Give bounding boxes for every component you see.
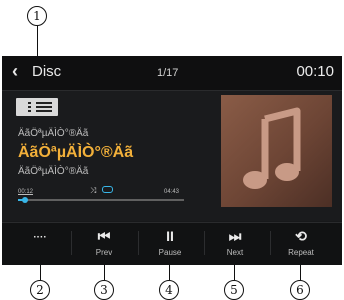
next-button[interactable]: ⏭ Next	[207, 223, 263, 265]
header-bar: ‹ Disc 1/17 00:10	[2, 56, 342, 91]
elapsed-time: 00:12	[18, 189, 34, 195]
skip-back-icon: ⏮	[97, 228, 111, 244]
repeat-label: Repeat	[288, 248, 314, 257]
control-toolbar: ···· ⏮ Prev II Pause ⏭ Next ⟲ Repeat	[2, 222, 342, 265]
pause-button[interactable]: II Pause	[142, 223, 198, 265]
artist-text: ÄãÖªµÄÌÒ°®Äã	[18, 128, 89, 139]
callout-3: 3	[94, 280, 114, 300]
callout-6: 6	[290, 280, 310, 300]
more-button[interactable]: ····	[12, 223, 68, 265]
pause-label: Pause	[158, 248, 182, 257]
shuffle-icon: ⤨	[90, 186, 97, 195]
album-text: ÄãÖªµÄÌÒ°®Äã	[18, 166, 89, 177]
repeat-button[interactable]: ⟲ Repeat	[273, 223, 329, 265]
total-time: 04:43	[164, 189, 180, 195]
progress-knob[interactable]	[21, 197, 28, 203]
repeat-icon: ⟲	[295, 228, 307, 244]
repeat-icon	[102, 186, 113, 193]
music-note-icon	[243, 107, 301, 189]
list-icon[interactable]	[16, 98, 58, 116]
callout-2: 2	[30, 280, 50, 300]
track-counter: 1/17	[157, 67, 179, 79]
callout-4: 4	[159, 280, 179, 300]
song-title: ÄãÖªµÄÌÒ°®Äã	[18, 144, 134, 161]
now-playing-panel: ÄãÖªµÄÌÒ°®Äã ÄãÖªµÄÌÒ°®Äã ÄãÖªµÄÌÒ°®Äã 0…	[2, 91, 342, 221]
clock: 00:10	[296, 63, 334, 80]
album-art[interactable]	[221, 95, 332, 207]
progress-bar[interactable]	[18, 197, 184, 203]
next-label: Next	[226, 248, 244, 257]
callout-5: 5	[224, 280, 244, 300]
prev-label: Prev	[95, 248, 113, 257]
skip-forward-icon: ⏭	[228, 228, 242, 244]
callout-1: 1	[27, 6, 47, 26]
pause-icon: II	[166, 228, 174, 244]
more-icon: ····	[33, 232, 47, 243]
prev-button[interactable]: ⏮ Prev	[76, 223, 132, 265]
media-player-screen: ‹ Disc 1/17 00:10 ÄãÖªµÄÌÒ°®Äã ÄãÖªµÄÌÒ°…	[2, 56, 342, 265]
source-title: Disc	[32, 63, 62, 80]
chevron-left-icon[interactable]: ‹	[12, 61, 18, 82]
